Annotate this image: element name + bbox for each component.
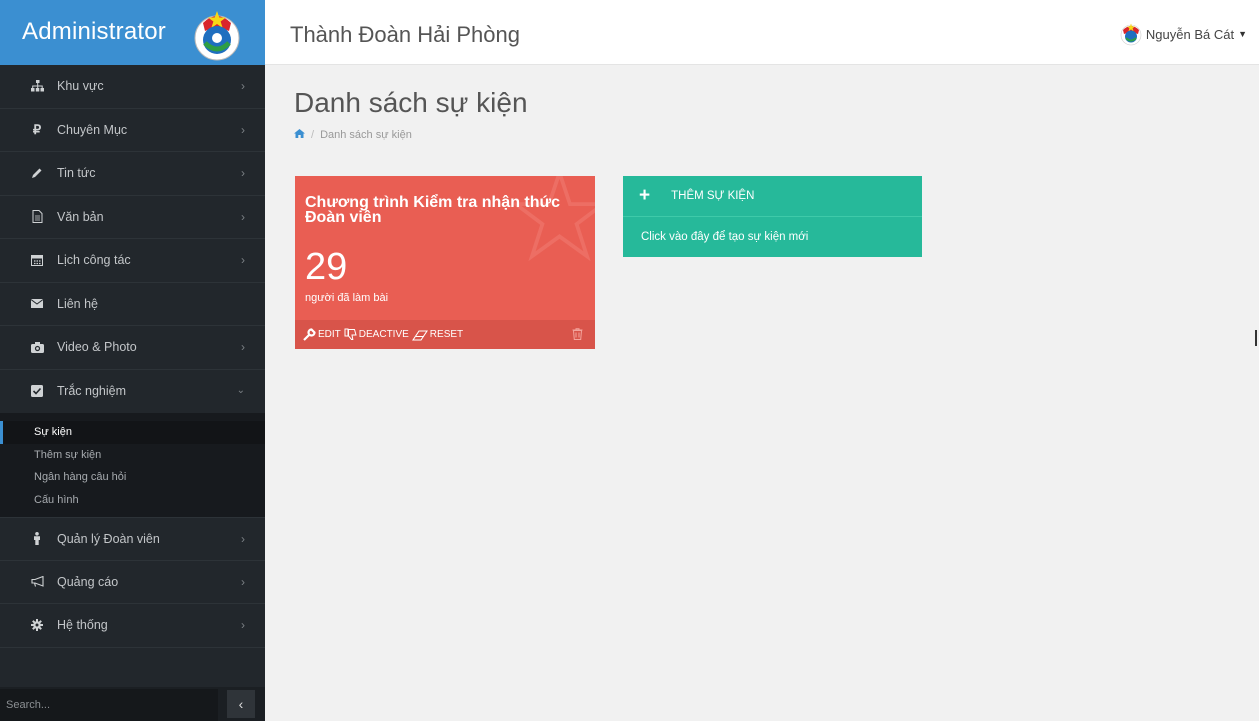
- breadcrumb-current: Danh sách sự kiện: [320, 129, 412, 141]
- home-icon[interactable]: [294, 129, 305, 141]
- sidebar-item-lich-cong-tac[interactable]: Lịch công tác ›: [0, 239, 265, 283]
- add-event-card[interactable]: + THÊM SỰ KIỆN Click vào đây để tạo sự k…: [623, 176, 922, 257]
- edit-button[interactable]: EDIT: [303, 328, 341, 341]
- submenu-item-ngan-hang-cau-hoi[interactable]: Ngân hàng câu hỏi: [0, 466, 265, 489]
- plus-icon: +: [639, 185, 651, 206]
- user-avatar-icon: [1120, 23, 1142, 46]
- chevron-down-icon: ⌄: [236, 384, 245, 396]
- cog-icon: [30, 619, 44, 632]
- eraser-icon: [411, 329, 428, 341]
- submenu-item-su-kien[interactable]: Sự kiện: [0, 421, 265, 444]
- sidebar-item-van-ban[interactable]: Văn bản ›: [0, 196, 265, 239]
- youth-union-logo: [194, 11, 240, 61]
- event-card: Chương trình Kiểm tra nhận thức Đoàn viê…: [295, 176, 595, 349]
- thumbs-down-icon: [344, 328, 357, 340]
- add-event-header: + THÊM SỰ KIỆN: [623, 176, 922, 217]
- scrollbar-marker: [1255, 330, 1257, 346]
- sidebar-item-label: Lịch công tác: [57, 253, 131, 268]
- check-square-icon: [30, 385, 44, 398]
- sidebar-item-quang-cao[interactable]: Quảng cáo ›: [0, 561, 265, 604]
- top-bar: Administrator Thành Đoàn Hải Phòng Nguyễ…: [0, 0, 1259, 65]
- sidebar-item-label: Quản lý Đoàn viên: [57, 531, 160, 546]
- event-title[interactable]: Chương trình Kiểm tra nhận thức Đoàn viê…: [305, 195, 565, 226]
- sitemap-icon: [30, 80, 44, 92]
- trac-nghiem-submenu: Sự kiện Thêm sự kiện Ngân hàng câu hỏi C…: [0, 413, 265, 517]
- submenu-item-cau-hinh[interactable]: Cấu hình: [0, 489, 265, 512]
- calendar-icon: [30, 254, 44, 267]
- deactive-button[interactable]: DEACTIVE: [344, 328, 409, 341]
- sidebar-item-label: Quảng cáo: [57, 574, 119, 589]
- sidebar-item-label: Tin tức: [57, 166, 96, 181]
- breadcrumb: / Danh sách sự kiện: [294, 129, 412, 141]
- user-name: Nguyễn Bá Cát: [1145, 26, 1235, 42]
- site-title: Thành Đoàn Hải Phòng: [290, 22, 520, 47]
- sidebar-item-label: Chuyên Mục: [57, 122, 128, 137]
- chevron-right-icon: ›: [241, 532, 245, 546]
- chevron-right-icon: ›: [241, 122, 245, 137]
- sidebar-search: ‹: [0, 687, 265, 721]
- brand-header[interactable]: Administrator: [0, 0, 265, 65]
- wrench-icon: [303, 328, 316, 341]
- chevron-right-icon: ›: [241, 209, 245, 224]
- search-input[interactable]: [0, 689, 218, 721]
- deactive-label: DEACTIVE: [358, 329, 409, 340]
- document-icon: [30, 210, 44, 224]
- trash-icon[interactable]: [572, 327, 583, 345]
- sidebar-item-label: Hệ thống: [57, 618, 108, 633]
- page-title: Danh sách sự kiện: [294, 87, 528, 118]
- add-event-description: Click vào đây để tạo sự kiện mới: [641, 231, 809, 243]
- chevron-right-icon: ›: [241, 340, 245, 354]
- event-actions-bar: EDIT DEACTIVE RESET: [295, 320, 595, 349]
- reset-button[interactable]: RESET: [411, 329, 464, 341]
- sidebar-item-label: Trắc nghiệm: [57, 384, 127, 399]
- bullhorn-icon: [30, 576, 44, 588]
- chevron-right-icon: ›: [241, 253, 245, 267]
- sidebar-item-label: Văn bản: [57, 209, 104, 224]
- edit-label: EDIT: [318, 329, 341, 340]
- user-menu[interactable]: Nguyễn Bá Cát ▼: [1119, 22, 1247, 46]
- sidebar-item-label: Khu vực: [57, 79, 104, 94]
- chevron-right-icon: ›: [241, 79, 245, 93]
- sidebar-item-chuyen-muc[interactable]: ₽ Chuyên Mục ›: [0, 109, 265, 152]
- sidebar-item-lien-he[interactable]: Liên hệ: [0, 283, 265, 326]
- breadcrumb-separator: /: [311, 129, 315, 141]
- event-participant-count: 29: [305, 246, 348, 288]
- sidebar: Khu vực › ₽ Chuyên Mục › Tin tức › Văn b…: [0, 65, 265, 721]
- submenu-item-them-su-kien[interactable]: Thêm sự kiện: [0, 444, 265, 467]
- sidebar-item-label: Liên hệ: [57, 296, 99, 311]
- add-event-title: THÊM SỰ KIỆN: [671, 190, 755, 202]
- ruble-icon: ₽: [32, 121, 42, 137]
- pencil-icon: [30, 167, 44, 179]
- sidebar-item-quan-ly-doan-vien[interactable]: Quản lý Đoàn viên ›: [0, 517, 265, 561]
- sidebar-item-he-thong[interactable]: Hệ thống ›: [0, 604, 265, 648]
- event-count-label: người đã làm bài: [305, 292, 389, 304]
- envelope-icon: [30, 299, 44, 309]
- sidebar-item-trac-nghiem[interactable]: Trắc nghiệm ⌄: [0, 370, 265, 414]
- person-icon: [30, 532, 44, 546]
- sidebar-item-video-photo[interactable]: Video & Photo ›: [0, 326, 265, 370]
- sidebar-item-khu-vuc[interactable]: Khu vực ›: [0, 65, 265, 109]
- camera-icon: [30, 341, 44, 353]
- reset-label: RESET: [429, 329, 464, 340]
- chevron-right-icon: ›: [241, 574, 245, 589]
- chevron-right-icon: ›: [241, 166, 245, 180]
- brand-title: Administrator: [22, 18, 166, 45]
- chevron-right-icon: ›: [241, 618, 245, 632]
- collapse-sidebar-button[interactable]: ‹: [227, 690, 255, 718]
- sidebar-item-tin-tuc[interactable]: Tin tức ›: [0, 152, 265, 196]
- caret-down-icon: ▼: [1238, 29, 1247, 39]
- sidebar-item-label: Video & Photo: [57, 340, 137, 355]
